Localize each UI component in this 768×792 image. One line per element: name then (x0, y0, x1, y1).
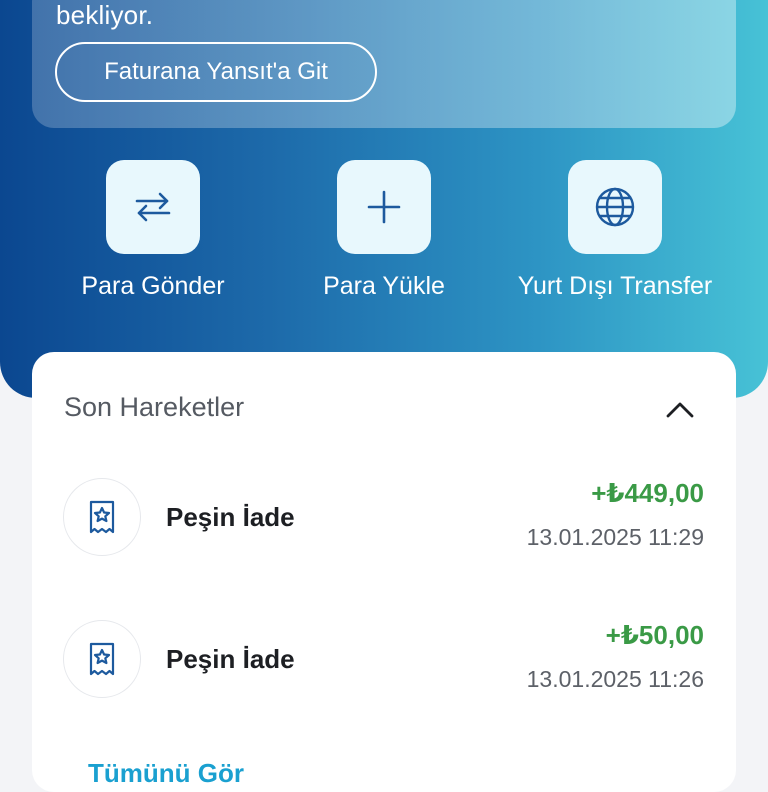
invoice-banner: bekliyor. Faturana Yansıt'a Git (32, 0, 736, 128)
transaction-name: Peşin İade (166, 502, 295, 532)
go-to-invoice-button[interactable]: Faturana Yansıt'a Git (55, 42, 377, 102)
header-hero: bekliyor. Faturana Yansıt'a Git Para Gön… (0, 0, 768, 398)
transaction-row[interactable]: Peşin İade +₺50,00 13.01.2025 11:26 (32, 620, 736, 730)
international-transfer-action[interactable]: Yurt Dışı Transfer (495, 160, 735, 301)
transaction-icon (63, 620, 141, 698)
send-money-label: Para Gönder (81, 272, 225, 300)
transaction-amount: +₺449,00 (591, 478, 704, 508)
transaction-row[interactable]: Peşin İade +₺449,00 13.01.2025 11:29 (32, 478, 736, 588)
receipt-star-icon (89, 500, 115, 534)
send-money-tile[interactable] (106, 160, 200, 254)
transaction-date: 13.01.2025 11:26 (526, 666, 704, 692)
international-transfer-label: Yurt Dışı Transfer (517, 272, 713, 300)
load-money-label: Para Yükle (323, 272, 445, 300)
transaction-date: 13.01.2025 11:29 (526, 524, 704, 550)
send-money-action[interactable]: Para Gönder (33, 160, 273, 301)
load-money-action[interactable]: Para Yükle (264, 160, 504, 301)
international-transfer-tile[interactable] (568, 160, 662, 254)
globe-icon (595, 187, 635, 227)
chevron-up-icon (666, 402, 694, 418)
recent-transactions-card: Son Hareketler Peşin İade +₺449,00 13.01… (32, 352, 736, 792)
transaction-amount: +₺50,00 (605, 620, 704, 650)
transfer-arrows-icon (135, 192, 171, 222)
transaction-name: Peşin İade (166, 644, 295, 674)
plus-icon (367, 190, 401, 224)
transaction-icon (63, 478, 141, 556)
recent-transactions-title: Son Hareketler (64, 392, 245, 422)
banner-text: bekliyor. (56, 0, 154, 30)
collapse-button[interactable] (660, 390, 700, 426)
receipt-star-icon (89, 642, 115, 676)
load-money-tile[interactable] (337, 160, 431, 254)
see-all-link[interactable]: Tümünü Gör (88, 758, 244, 789)
